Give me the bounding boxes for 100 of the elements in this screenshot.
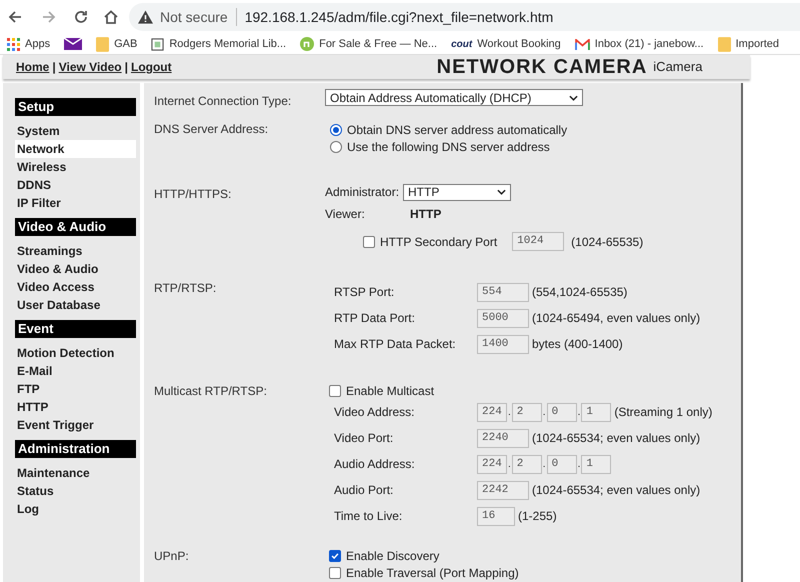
text-field[interactable]: 224	[477, 454, 507, 474]
section-label: HTTP/HTTPS:	[154, 186, 232, 203]
chevron-down-icon	[569, 94, 578, 100]
dot-separator: .	[507, 458, 512, 472]
bookmark-link[interactable]: Apps	[25, 36, 50, 52]
camera-subtitle: iCamera	[653, 58, 702, 76]
dropdown[interactable]: Obtain Address Automatically (DHCP)	[325, 89, 583, 106]
field-label: Max RTP Data Packet:	[334, 336, 457, 353]
sidebar-link[interactable]: Maintenance	[15, 464, 136, 482]
bookmark-link[interactable]: GAB	[114, 36, 138, 52]
range-hint: (1024-65494, even values only)	[532, 310, 700, 327]
section-header: Event	[15, 320, 136, 338]
address-bar[interactable]: Not secure 192.168.1.245/adm/file.cgi?next_file=network.htm	[129, 3, 800, 31]
checkbox-label: HTTP Secondary Port	[380, 234, 498, 250]
nav-link[interactable]: Logout	[130, 58, 172, 76]
field-label: Administrator:	[325, 184, 400, 201]
checkbox[interactable]	[329, 566, 341, 578]
dot-separator: .	[576, 458, 582, 472]
field-label: Audio Address:	[334, 456, 416, 473]
section-label: Internet Connection Type:	[154, 93, 292, 110]
range-hint: (554,1024-65535)	[532, 284, 628, 301]
security-label: Not secure	[160, 8, 228, 26]
text-field[interactable]: 1	[581, 454, 612, 474]
checkbox[interactable]	[363, 236, 375, 248]
dot-separator: .	[507, 406, 512, 420]
sidebar-link[interactable]: Event Trigger	[15, 416, 136, 434]
separator: |	[124, 59, 128, 76]
folder-icon	[718, 36, 731, 52]
folder-icon	[96, 36, 110, 52]
text-field[interactable]: 1024	[512, 232, 564, 251]
sidebar-link[interactable]: Log	[15, 500, 136, 518]
circle-logo-icon	[300, 37, 314, 51]
dot-separator: .	[542, 406, 547, 420]
range-hint: (1024-65534; even values only)	[532, 482, 700, 499]
chevron-down-icon	[497, 189, 506, 195]
bookmark-link[interactable]: Workout Booking	[477, 36, 561, 52]
camera-title: NETWORK CAMERA	[436, 56, 648, 78]
checkbox-label: Enable Discovery	[346, 548, 440, 564]
text-field[interactable]: 2240	[477, 428, 529, 448]
sidebar-link[interactable]: User Database	[15, 296, 136, 314]
section-label: DNS Server Address:	[154, 121, 270, 138]
field-label: RTSP Port:	[334, 284, 396, 301]
sidebar-link[interactable]: DDNS	[15, 176, 136, 194]
bookmark-link[interactable]: Rodgers Memorial Lib...	[169, 36, 286, 52]
text-field[interactable]: 0	[546, 402, 577, 422]
sidebar-link[interactable]: System	[15, 122, 136, 140]
home-icon[interactable]	[103, 9, 119, 25]
sidebar-link[interactable]: IP Filter	[15, 194, 136, 212]
sidebar-link[interactable]: Video Access	[15, 278, 136, 296]
radio-button[interactable]	[330, 124, 342, 136]
text-field[interactable]: 2242	[477, 480, 529, 500]
checkbox-label: Enable Traversal (Port Mapping)	[346, 564, 519, 582]
text-field[interactable]: 16	[477, 506, 515, 526]
sidebar-link[interactable]: Streamings	[15, 242, 136, 260]
url-text: 192.168.1.245/adm/file.cgi?next_file=network.htm	[244, 8, 554, 27]
text-field[interactable]: 224	[477, 402, 507, 422]
text-field[interactable]: 554	[477, 282, 529, 302]
sidebar-link[interactable]: Network	[15, 140, 136, 158]
reload-icon[interactable]	[73, 9, 89, 25]
text-field[interactable]: 5000	[477, 308, 529, 328]
separator: |	[52, 59, 56, 76]
page-icon	[151, 38, 164, 50]
checkbox[interactable]	[329, 550, 341, 562]
dot-separator: .	[542, 458, 547, 472]
nav-link[interactable]: Home	[16, 58, 50, 76]
sidebar-link[interactable]: Wireless	[15, 158, 136, 176]
nav-link[interactable]: View Video	[58, 58, 122, 76]
bookmark-link[interactable]: Imported	[736, 36, 780, 52]
section-header: Administration	[15, 440, 136, 458]
warning-icon	[138, 10, 153, 24]
text-field[interactable]: 2	[512, 402, 542, 422]
bookmark-link[interactable]: Inbox (21) - janebow...	[594, 36, 704, 52]
range-hint: (1024-65534; even values only)	[532, 430, 700, 447]
checkbox[interactable]	[329, 384, 341, 396]
section-header: Setup	[15, 98, 136, 116]
sidebar-link[interactable]: HTTP	[15, 398, 136, 416]
section-label: Multicast RTP/RTSP:	[154, 383, 268, 400]
text-field[interactable]: 2	[512, 454, 542, 474]
range-hint: (1024-65535)	[571, 234, 644, 250]
field-label: Audio Port:	[334, 482, 394, 499]
field-label: Time to Live:	[334, 508, 404, 525]
text-field[interactable]: 1	[581, 402, 612, 422]
field-label: RTP Data Port:	[334, 310, 416, 327]
section-label: RTP/RTSP:	[154, 280, 218, 297]
back-icon[interactable]	[7, 9, 23, 25]
sidebar-link[interactable]: Status	[15, 482, 136, 500]
sidebar-link[interactable]: E-Mail	[15, 362, 136, 380]
bookmark-link[interactable]: For Sale & Free — Ne...	[319, 36, 438, 52]
range-hint: bytes (400-1400)	[532, 336, 623, 353]
sidebar-link[interactable]: Motion Detection	[15, 344, 136, 362]
dot-separator: .	[576, 406, 582, 420]
radio-label: Use the following DNS server address	[347, 138, 550, 156]
checkbox-label: Enable Multicast	[346, 382, 434, 400]
text-field[interactable]: 1400	[477, 334, 529, 354]
radio-button[interactable]	[330, 140, 342, 152]
sidebar-link[interactable]: Video & Audio	[15, 260, 136, 278]
text-field[interactable]: 0	[546, 454, 577, 474]
dropdown[interactable]: HTTP	[403, 184, 511, 200]
sidebar-link[interactable]: FTP	[15, 380, 136, 398]
range-hint: (Streaming 1 only)	[614, 404, 712, 421]
